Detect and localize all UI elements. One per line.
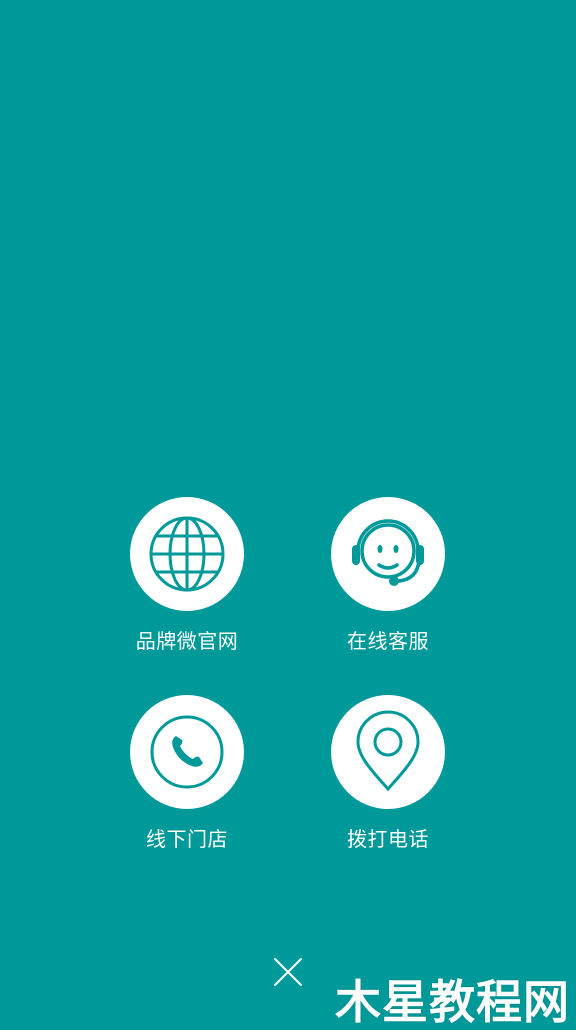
customer-service-icon-circle — [331, 497, 445, 611]
watermark-logo-text: 木星教程网 — [335, 975, 570, 1029]
phone-icon-circle — [130, 695, 244, 809]
menu-item-brand-website[interactable]: 品牌微官网 — [107, 497, 267, 667]
location-pin-icon-circle — [331, 695, 445, 809]
menu-item-label: 品牌微官网 — [135, 629, 239, 653]
phone-icon — [150, 715, 224, 789]
menu-item-offline-store[interactable]: 线下门店 — [107, 695, 267, 865]
close-button[interactable] — [266, 950, 310, 994]
location-pin-icon — [356, 710, 420, 792]
globe-icon-circle — [130, 497, 244, 611]
menu-item-label: 线下门店 — [146, 827, 228, 851]
customer-service-headset-icon — [352, 519, 424, 586]
menu-item-call-phone[interactable]: 拨打电话 — [308, 695, 468, 865]
globe-icon — [149, 516, 225, 592]
menu-item-online-service[interactable]: 在线客服 — [308, 497, 468, 667]
close-icon — [274, 958, 302, 986]
menu-item-label: 拨打电话 — [347, 827, 429, 851]
menu-item-label: 在线客服 — [347, 629, 429, 653]
